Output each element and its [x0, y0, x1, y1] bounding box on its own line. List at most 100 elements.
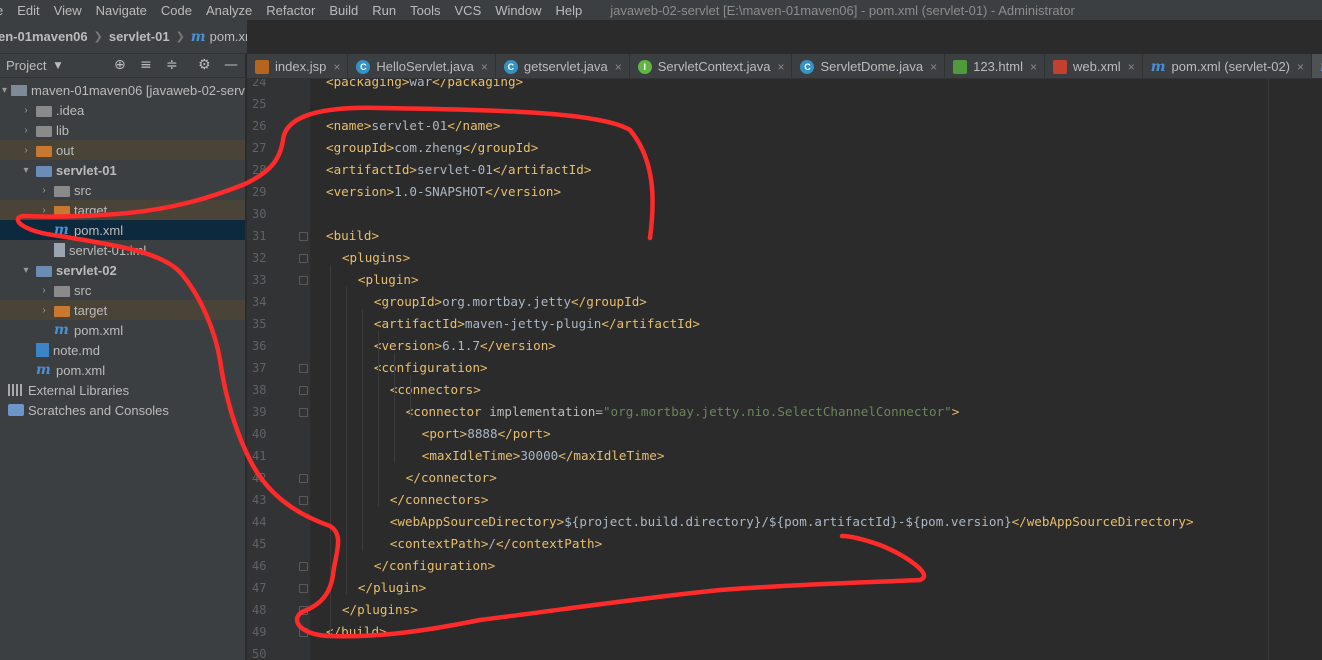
- fold-marker-icon[interactable]: [299, 364, 308, 373]
- line-number: 24: [252, 79, 267, 89]
- fold-marker-icon[interactable]: [299, 232, 308, 241]
- chevron-right-icon[interactable]: ›: [38, 205, 50, 216]
- chevron-right-icon[interactable]: ›: [20, 105, 32, 116]
- tree-item[interactable]: › src: [0, 180, 245, 200]
- menu-item-help[interactable]: Help: [556, 3, 583, 18]
- code-line: <version>6.1.7</version>: [374, 335, 556, 357]
- tree-item[interactable]: › src: [0, 280, 245, 300]
- fold-marker-icon[interactable]: [299, 496, 308, 505]
- tree-item[interactable]: m pom.xml: [0, 360, 245, 380]
- code-token: </connector>: [405, 470, 497, 485]
- editor-tab[interactable]: web.xml ×: [1045, 54, 1143, 78]
- tree-item[interactable]: External Libraries: [0, 380, 245, 400]
- tree-item-label: servlet-02: [56, 262, 117, 278]
- code-token: ${project.build.directory}/${pom.artifac…: [564, 514, 1012, 529]
- line-number: 44: [252, 515, 267, 529]
- tree-item[interactable]: › target: [0, 300, 245, 320]
- fold-marker-icon[interactable]: [299, 408, 308, 417]
- close-icon[interactable]: ×: [481, 60, 488, 74]
- menu-item-edit[interactable]: Edit: [17, 3, 39, 18]
- editor-tab[interactable]: index.jsp ×: [247, 54, 349, 78]
- code-editor[interactable]: <packaging>war</packaging> <name>servlet-…: [310, 79, 1322, 660]
- menu-item-tools[interactable]: Tools: [410, 3, 440, 18]
- fold-marker-icon[interactable]: [299, 606, 308, 615]
- menu-item-window[interactable]: Window: [495, 3, 541, 18]
- maven-icon: m: [1150, 58, 1166, 75]
- menu-item-code[interactable]: Code: [161, 3, 192, 18]
- fold-marker-icon[interactable]: [299, 254, 308, 263]
- tree-item[interactable]: ▾ servlet-01: [0, 160, 245, 180]
- close-icon[interactable]: ×: [333, 60, 340, 74]
- tab-label: ServletContext.java: [657, 59, 771, 74]
- tree-item[interactable]: m pom.xml: [0, 320, 245, 340]
- chevron-down-icon[interactable]: ▾: [20, 165, 32, 176]
- menu-item-view[interactable]: View: [54, 3, 82, 18]
- fold-marker-icon[interactable]: [299, 562, 308, 571]
- chevron-right-icon[interactable]: ›: [20, 125, 32, 136]
- chevron-right-icon[interactable]: ›: [38, 185, 50, 196]
- code-token: </contextPath>: [496, 536, 603, 551]
- tree-item[interactable]: servlet-01.iml: [0, 240, 245, 260]
- menu-item-build[interactable]: Build: [329, 3, 358, 18]
- close-icon[interactable]: ×: [1128, 60, 1135, 74]
- chevron-down-icon[interactable]: ▾: [20, 265, 32, 276]
- editor-tab[interactable]: C ServletDome.java ×: [792, 54, 946, 78]
- tree-item[interactable]: › target: [0, 200, 245, 220]
- locate-icon[interactable]: ⊕: [114, 57, 126, 73]
- tree-item-label: lib: [56, 122, 70, 138]
- chevron-right-icon[interactable]: ›: [38, 305, 50, 316]
- fold-marker-icon[interactable]: [299, 474, 308, 483]
- minimize-icon[interactable]: —: [224, 57, 238, 73]
- editor-tab[interactable]: 123.html ×: [945, 54, 1045, 78]
- tree-item[interactable]: › lib: [0, 120, 245, 140]
- line-number: 45: [252, 537, 267, 551]
- tree-item-label: Scratches and Consoles: [28, 402, 169, 418]
- tree-item[interactable]: › out: [0, 140, 245, 160]
- fold-marker-icon[interactable]: [299, 386, 308, 395]
- menu-item-e[interactable]: e: [0, 3, 3, 18]
- menu-item-analyze[interactable]: Analyze: [206, 3, 252, 18]
- fold-marker-icon[interactable]: [299, 628, 308, 637]
- breadcrumb-module[interactable]: servlet-01: [109, 29, 170, 44]
- menu-item-run[interactable]: Run: [372, 3, 396, 18]
- fold-marker-icon[interactable]: [299, 276, 308, 285]
- line-number: 26: [252, 119, 267, 133]
- editor-tab[interactable]: Cgetservlet.java ×: [496, 54, 630, 78]
- close-icon[interactable]: ×: [1030, 60, 1037, 74]
- editor-tab-bar: index.jsp × C HelloServlet.java × Cgetservlet…: [247, 54, 1322, 79]
- close-icon[interactable]: ×: [777, 60, 784, 74]
- tree-item[interactable]: › .idea: [0, 100, 245, 120]
- maven-icon: m: [54, 222, 69, 238]
- editor-tab[interactable]: C HelloServlet.java ×: [348, 54, 496, 78]
- gear-icon[interactable]: ⚙: [198, 57, 211, 73]
- menu-item-navigate[interactable]: Navigate: [96, 3, 147, 18]
- expand-all-icon[interactable]: ≑: [166, 57, 178, 73]
- tree-item[interactable]: Scratches and Consoles: [0, 400, 245, 420]
- code-token: /: [488, 536, 496, 551]
- project-tree: ▾ maven-01maven06 [javaweb-02-servle › .ide…: [0, 78, 245, 660]
- editor-tab[interactable]: mpom.xml (servlet-01)×: [1312, 54, 1322, 78]
- tree-item[interactable]: note.md: [0, 340, 245, 360]
- code-token: org.mortbay.jetty: [442, 294, 572, 309]
- close-icon[interactable]: ×: [1297, 60, 1304, 74]
- chevron-right-icon[interactable]: ›: [20, 145, 32, 156]
- collapse-all-icon[interactable]: ≡: [140, 57, 152, 73]
- code-token: <connectors>: [389, 382, 481, 397]
- close-icon[interactable]: ×: [930, 60, 937, 74]
- tree-item[interactable]: ▾ maven-01maven06 [javaweb-02-servle: [0, 80, 245, 100]
- editor-tab[interactable]: I ServletContext.java ×: [630, 54, 793, 78]
- line-number: 27: [252, 141, 267, 155]
- chevron-right-icon[interactable]: ›: [38, 285, 50, 296]
- breadcrumb-file[interactable]: pom.xml: [210, 29, 247, 44]
- editor-tab[interactable]: m pom.xml (servlet-02) ×: [1143, 54, 1313, 78]
- close-icon[interactable]: ×: [615, 60, 622, 74]
- tree-item[interactable]: m pom.xml: [0, 220, 245, 240]
- chevron-down-icon[interactable]: ▾: [2, 85, 7, 96]
- menu-item-vcs[interactable]: VCS: [455, 3, 482, 18]
- project-view-selector[interactable]: Project: [6, 58, 46, 73]
- chevron-down-icon[interactable]: ▼: [54, 61, 61, 71]
- breadcrumb-project[interactable]: en-01maven06: [0, 29, 88, 44]
- menu-item-refactor[interactable]: Refactor: [266, 3, 315, 18]
- fold-marker-icon[interactable]: [299, 584, 308, 593]
- tree-item[interactable]: ▾ servlet-02: [0, 260, 245, 280]
